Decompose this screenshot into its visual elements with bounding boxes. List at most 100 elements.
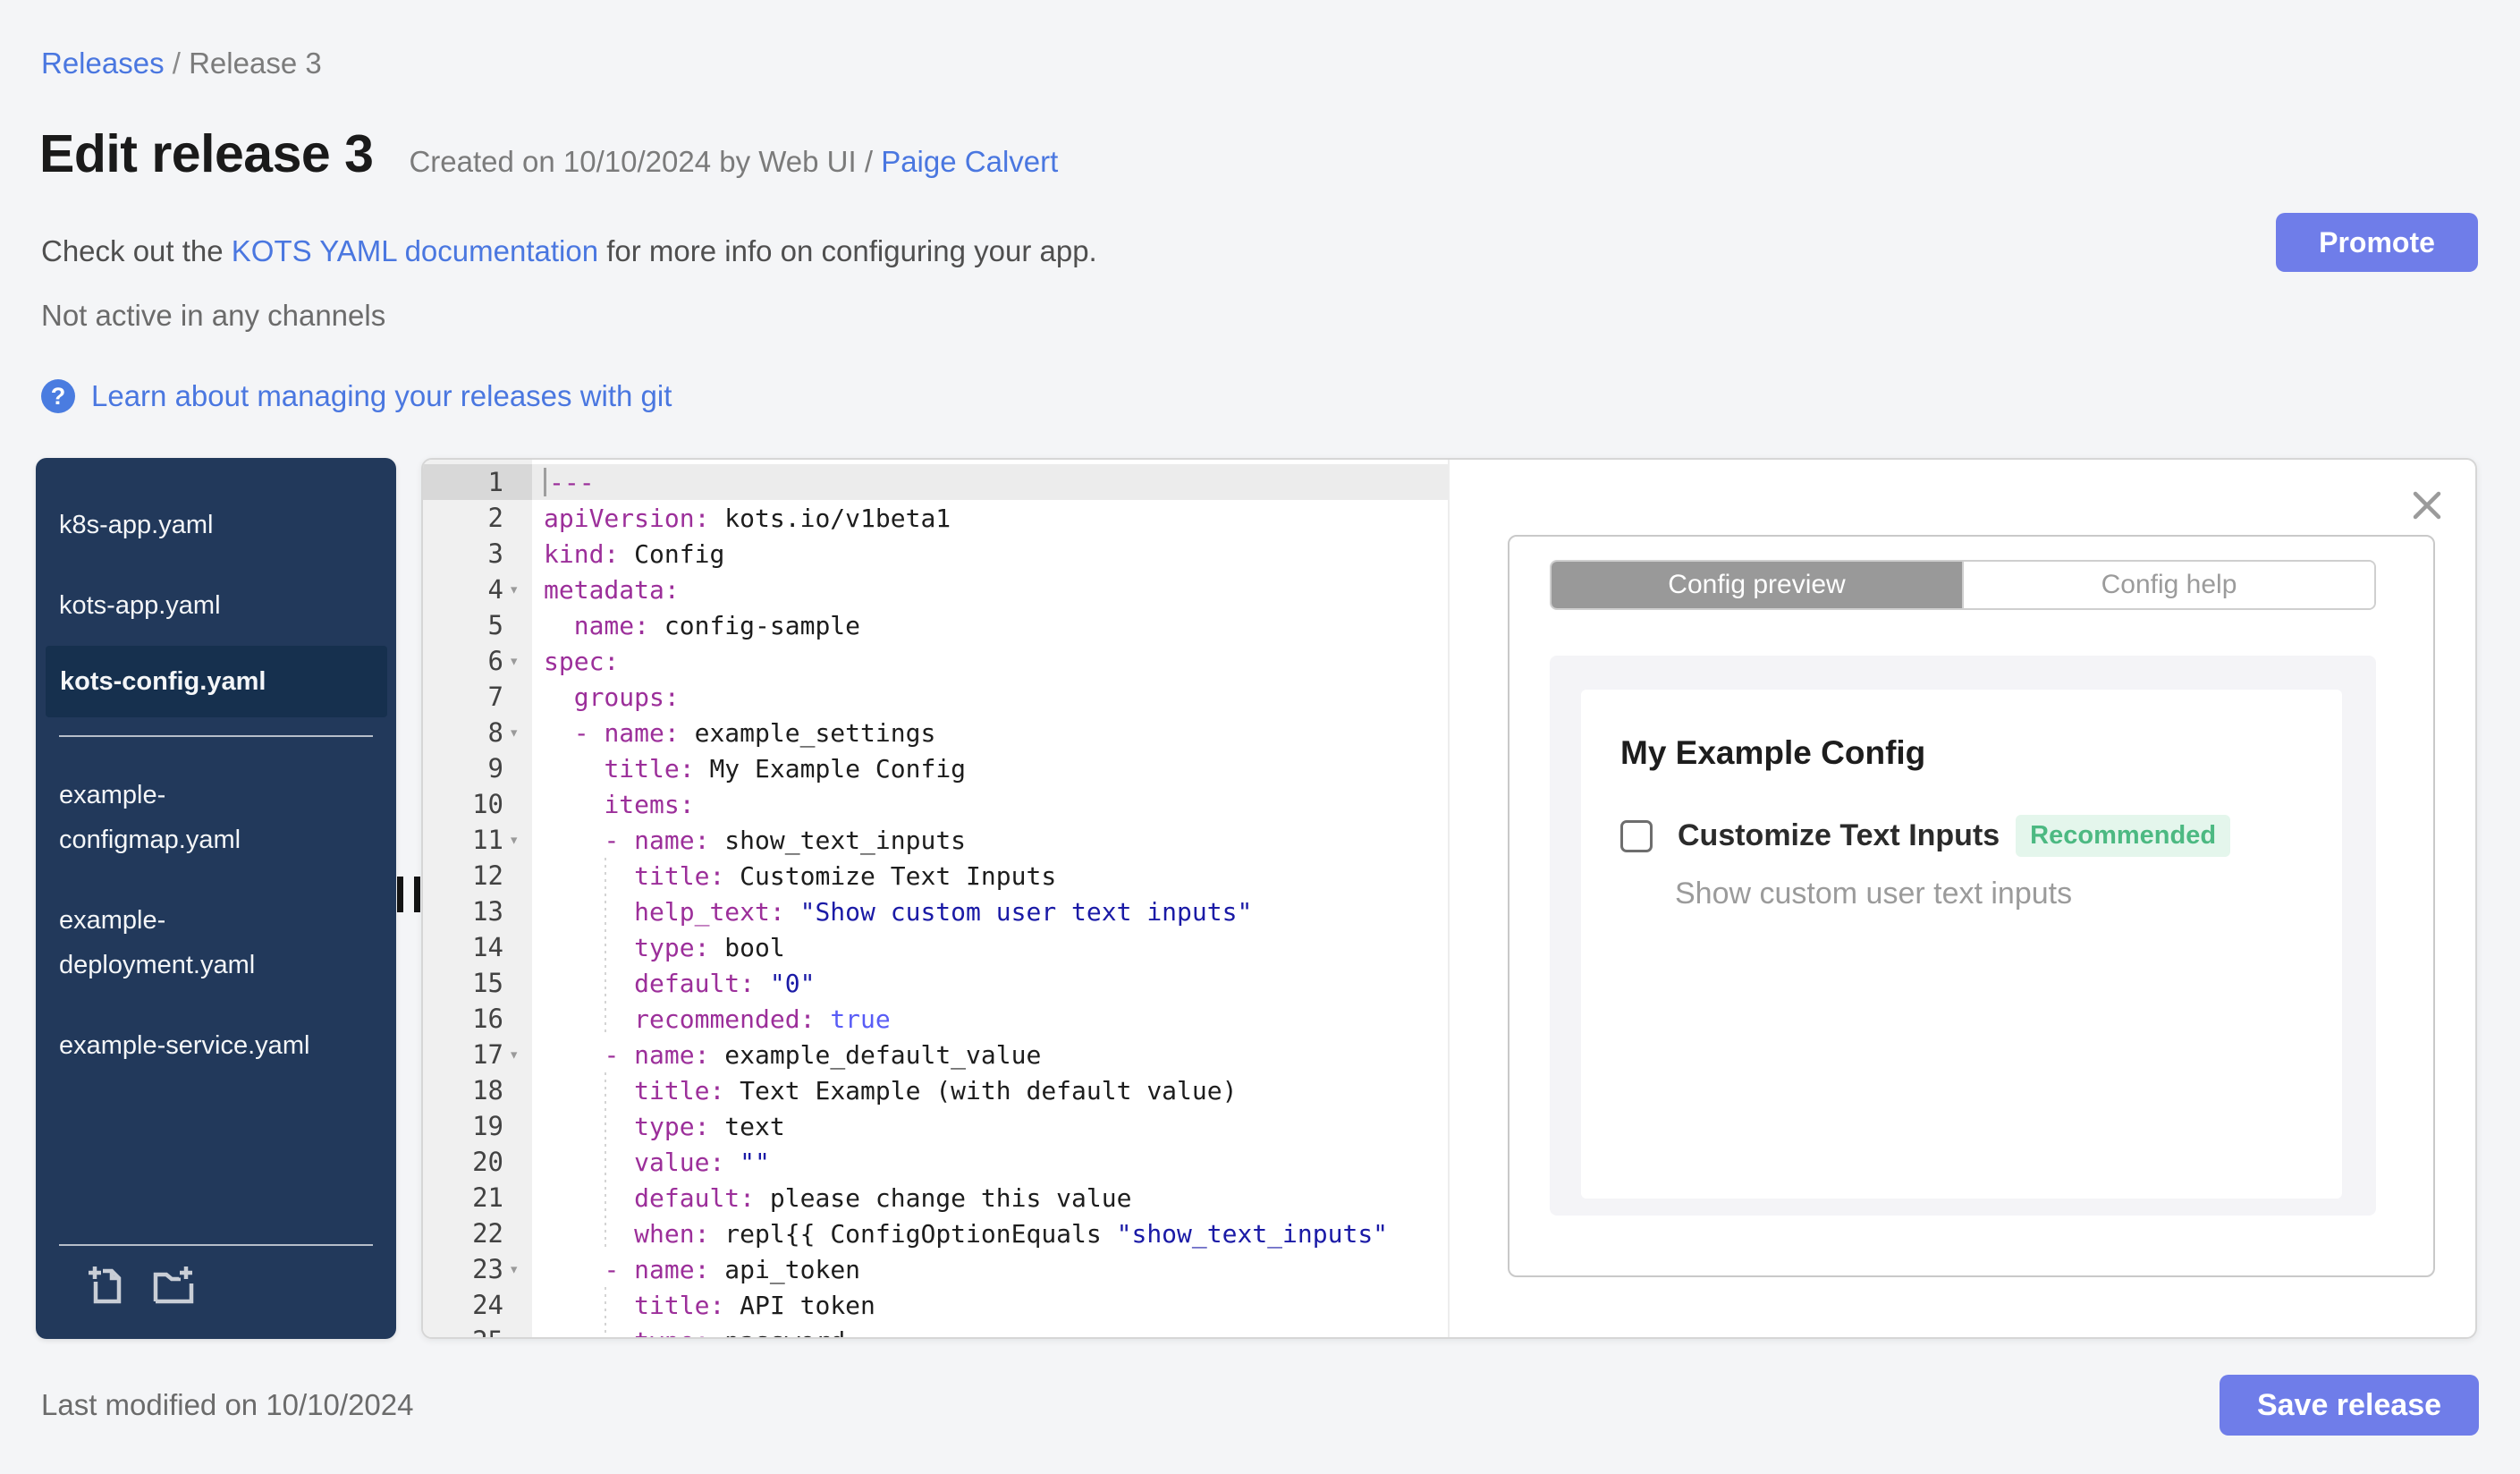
code-text-15[interactable]: default: "0" [532, 965, 1448, 1001]
code-line-17[interactable]: 17 ▾ - name: example_default_value [423, 1037, 1448, 1072]
code-text-14[interactable]: type: bool [532, 929, 1448, 965]
author-link[interactable]: Paige Calvert [881, 145, 1058, 178]
code-line-12[interactable]: 12 title: Customize Text Inputs [423, 858, 1448, 894]
code-line-13[interactable]: 13 help_text: "Show custom user text inp… [423, 894, 1448, 929]
code-line-24[interactable]: 24 title: API token [423, 1287, 1448, 1323]
gutter-line-25[interactable]: 25 [423, 1323, 532, 1337]
pane-resize-handle-left[interactable] [397, 877, 422, 912]
code-line-22[interactable]: 22 when: repl{{ ConfigOptionEquals "show… [423, 1216, 1448, 1251]
gutter-line-17[interactable]: 17 ▾ [423, 1037, 532, 1072]
tab-config-help[interactable]: Config help [1962, 562, 2374, 608]
code-text-8[interactable]: - name: example_settings [532, 715, 1448, 750]
file-item-example-deployment.yaml[interactable]: example-deployment.yaml [59, 880, 329, 1005]
file-item-kots-app.yaml[interactable]: kots-app.yaml [59, 565, 329, 646]
code-line-10[interactable]: 10 items: [423, 786, 1448, 822]
close-preview-icon[interactable] [2406, 485, 2448, 526]
code-text-23[interactable]: - name: api_token [532, 1251, 1448, 1287]
gutter-line-16[interactable]: 16 [423, 1001, 532, 1037]
code-text-11[interactable]: - name: show_text_inputs [532, 822, 1448, 858]
gutter-line-5[interactable]: 5 [423, 607, 532, 643]
code-text-25[interactable]: type: password [532, 1323, 1448, 1337]
code-line-20[interactable]: 20 value: "" [423, 1144, 1448, 1180]
code-line-5[interactable]: 5 name: config-sample [423, 607, 1448, 643]
gutter-line-2[interactable]: 2 [423, 500, 532, 536]
code-text-9[interactable]: title: My Example Config [532, 750, 1448, 786]
gutter-line-8[interactable]: 8 ▾ [423, 715, 532, 750]
file-item-kots-config.yaml[interactable]: kots-config.yaml [46, 646, 387, 717]
gutter-line-23[interactable]: 23 ▾ [423, 1251, 532, 1287]
gutter-line-9[interactable]: 9 [423, 750, 532, 786]
code-line-11[interactable]: 11 ▾ - name: show_text_inputs [423, 822, 1448, 858]
code-line-1[interactable]: 1 --- [423, 464, 1448, 500]
code-text-19[interactable]: type: text [532, 1108, 1448, 1144]
gutter-line-21[interactable]: 21 [423, 1180, 532, 1216]
new-file-icon[interactable] [84, 1262, 131, 1309]
gutter-line-4[interactable]: 4 ▾ [423, 572, 532, 607]
fold-arrow-icon[interactable]: ▾ [509, 580, 532, 599]
code-line-16[interactable]: 16 recommended: true [423, 1001, 1448, 1037]
code-text-3[interactable]: kind: Config [532, 536, 1448, 572]
file-item-k8s-app.yaml[interactable]: k8s-app.yaml [59, 485, 329, 565]
code-line-18[interactable]: 18 title: Text Example (with default val… [423, 1072, 1448, 1108]
gutter-line-14[interactable]: 14 [423, 929, 532, 965]
code-text-18[interactable]: title: Text Example (with default value) [532, 1072, 1448, 1108]
code-line-7[interactable]: 7 groups: [423, 679, 1448, 715]
kots-yaml-doc-link[interactable]: KOTS YAML documentation [232, 234, 598, 267]
tab-config-preview[interactable]: Config preview [1552, 562, 1962, 608]
fold-arrow-icon[interactable]: ▾ [509, 1259, 532, 1279]
code-line-25[interactable]: 25 type: password [423, 1323, 1448, 1337]
code-line-4[interactable]: 4 ▾ metadata: [423, 572, 1448, 607]
code-text-24[interactable]: title: API token [532, 1287, 1448, 1323]
gutter-line-1[interactable]: 1 [423, 464, 532, 500]
new-folder-icon[interactable] [150, 1262, 197, 1309]
gutter-line-20[interactable]: 20 [423, 1144, 532, 1180]
code-text-6[interactable]: spec: [532, 643, 1448, 679]
code-text-22[interactable]: when: repl{{ ConfigOptionEquals "show_te… [532, 1216, 1448, 1251]
code-text-13[interactable]: help_text: "Show custom user text inputs… [532, 894, 1448, 929]
gutter-line-11[interactable]: 11 ▾ [423, 822, 532, 858]
fold-arrow-icon[interactable]: ▾ [509, 723, 532, 742]
code-text-21[interactable]: default: please change this value [532, 1180, 1448, 1216]
code-line-9[interactable]: 9 title: My Example Config [423, 750, 1448, 786]
code-line-15[interactable]: 15 default: "0" [423, 965, 1448, 1001]
code-line-23[interactable]: 23 ▾ - name: api_token [423, 1251, 1448, 1287]
code-text-12[interactable]: title: Customize Text Inputs [532, 858, 1448, 894]
code-line-8[interactable]: 8 ▾ - name: example_settings [423, 715, 1448, 750]
fold-arrow-icon[interactable]: ▾ [509, 830, 532, 850]
gutter-line-18[interactable]: 18 [423, 1072, 532, 1108]
code-line-19[interactable]: 19 type: text [423, 1108, 1448, 1144]
save-release-button[interactable]: Save release [2220, 1375, 2479, 1436]
breadcrumb-releases-link[interactable]: Releases [41, 47, 165, 80]
gutter-line-13[interactable]: 13 [423, 894, 532, 929]
code-text-20[interactable]: value: "" [532, 1144, 1448, 1180]
gutter-line-12[interactable]: 12 [423, 858, 532, 894]
promote-button[interactable]: Promote [2276, 213, 2478, 272]
gutter-line-15[interactable]: 15 [423, 965, 532, 1001]
code-text-2[interactable]: apiVersion: kots.io/v1beta1 [532, 500, 1448, 536]
code-text-16[interactable]: recommended: true [532, 1001, 1448, 1037]
code-line-14[interactable]: 14 type: bool [423, 929, 1448, 965]
file-item-example-configmap.yaml[interactable]: example-configmap.yaml [59, 755, 329, 880]
gutter-line-22[interactable]: 22 [423, 1216, 532, 1251]
gutter-line-24[interactable]: 24 [423, 1287, 532, 1323]
gutter-line-6[interactable]: 6 ▾ [423, 643, 532, 679]
code-text-7[interactable]: groups: [532, 679, 1448, 715]
code-line-21[interactable]: 21 default: please change this value [423, 1180, 1448, 1216]
code-text-5[interactable]: name: config-sample [532, 607, 1448, 643]
file-item-example-service.yaml[interactable]: example-service.yaml [59, 1005, 329, 1086]
gutter-line-10[interactable]: 10 [423, 786, 532, 822]
code-text-17[interactable]: - name: example_default_value [532, 1037, 1448, 1072]
code-line-3[interactable]: 3 kind: Config [423, 536, 1448, 572]
code-line-6[interactable]: 6 ▾ spec: [423, 643, 1448, 679]
code-text-1[interactable]: --- [532, 464, 1448, 500]
gutter-line-7[interactable]: 7 [423, 679, 532, 715]
gutter-line-19[interactable]: 19 [423, 1108, 532, 1144]
fold-arrow-icon[interactable]: ▾ [509, 651, 532, 671]
code-text-4[interactable]: metadata: [532, 572, 1448, 607]
code-line-2[interactable]: 2 apiVersion: kots.io/v1beta1 [423, 500, 1448, 536]
git-help-link[interactable]: Learn about managing your releases with … [91, 379, 672, 413]
yaml-code-editor[interactable]: 1 --- 2 apiVersion: kots.io/v1beta1 3 kind: C… [423, 460, 1450, 1337]
customize-text-inputs-checkbox[interactable] [1620, 819, 1653, 852]
fold-arrow-icon[interactable]: ▾ [509, 1045, 532, 1064]
gutter-line-3[interactable]: 3 [423, 536, 532, 572]
